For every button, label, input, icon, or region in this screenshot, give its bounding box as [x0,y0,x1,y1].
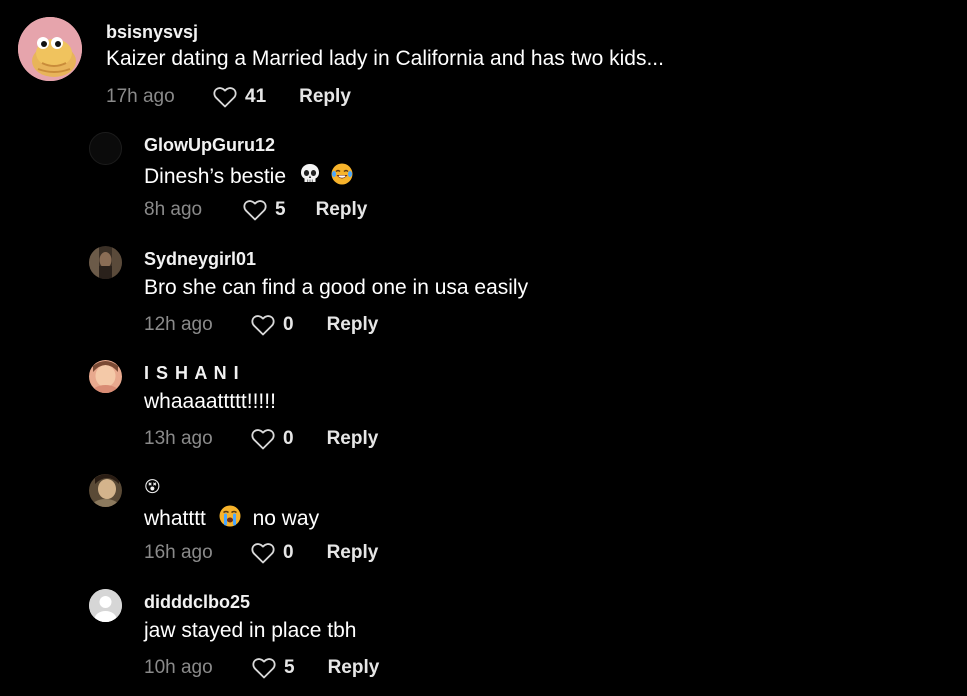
timestamp: 16h ago [144,542,213,563]
like-count: 0 [283,428,294,449]
comment-text: jaw stayed in place tbh [144,619,357,642]
comment-meta: 12h ago 0 Reply [144,312,378,338]
comment-meta: 17h ago 41 Reply [106,84,351,110]
heart-icon [251,543,275,564]
comment-text: Bro she can find a good one in usa easil… [144,276,529,299]
comment-text-content: Dinesh’s bestie [144,165,287,188]
username[interactable]: bsisnysvsj [106,22,198,43]
like-count: 5 [284,657,295,678]
heart-icon [251,315,275,336]
comment-text-before: whatttt [144,507,206,530]
like-button[interactable]: 0 [251,314,294,336]
avatar[interactable] [18,17,82,81]
heart-icon [251,429,275,450]
like-button[interactable]: 5 [252,657,295,679]
comment-meta: 8h ago 5 Reply [144,197,367,223]
profile-photo-icon [89,360,122,393]
comment-text: whaaaattttt!!!!! [144,390,276,413]
username[interactable]: didddclbo25 [144,592,250,613]
username[interactable]: I S H A N I [144,363,240,384]
avatar[interactable] [89,474,122,507]
avatar[interactable] [89,132,122,165]
timestamp: 13h ago [144,428,213,449]
like-count: 41 [245,86,267,107]
reply-button[interactable]: Reply [299,86,351,108]
like-count: 5 [275,199,286,220]
comment-thread: bsisnysvsj Kaizer dating a Married lady … [0,0,967,696]
username[interactable]: 😵 [144,477,161,497]
comment-text: Kaizer dating a Married lady in Californ… [106,47,664,70]
comment-text-after: no way [252,507,320,530]
heart-icon [213,87,237,108]
skull-emoji-icon [298,162,322,192]
comment-text: Dinesh’s bestie [144,162,354,192]
like-count: 0 [283,542,294,563]
like-button[interactable]: 41 [213,86,266,108]
like-button[interactable]: 0 [251,428,294,450]
avatar[interactable] [89,360,122,393]
reply-button[interactable]: Reply [327,314,379,336]
timestamp: 8h ago [144,199,203,220]
reply-button[interactable]: Reply [327,428,379,450]
timestamp: 10h ago [144,657,213,678]
reply-button[interactable]: Reply [316,199,368,221]
heart-icon [243,200,267,221]
avatar[interactable] [89,589,122,622]
avatar[interactable] [89,246,122,279]
comment-text: whatttt no way [144,504,319,534]
laughing-tears-emoji-icon [330,162,354,192]
comment-meta: 10h ago 5 Reply [144,655,379,681]
default-user-icon [89,589,122,622]
profile-photo-icon [89,246,122,279]
like-button[interactable]: 0 [251,542,294,564]
reply-button[interactable]: Reply [327,542,379,564]
timestamp: 17h ago [106,86,175,107]
profile-photo-icon [89,474,122,507]
username[interactable]: GlowUpGuru12 [144,135,275,156]
like-count: 0 [283,314,294,335]
timestamp: 12h ago [144,314,213,335]
crying-emoji-icon [218,504,242,534]
comment-meta: 16h ago 0 Reply [144,540,378,566]
like-button[interactable]: 5 [243,199,286,221]
username[interactable]: Sydneygirl01 [144,249,256,270]
reply-button[interactable]: Reply [328,657,380,679]
cartoon-creature-icon [18,17,82,81]
comment-meta: 13h ago 0 Reply [144,426,378,452]
heart-icon [252,658,276,679]
